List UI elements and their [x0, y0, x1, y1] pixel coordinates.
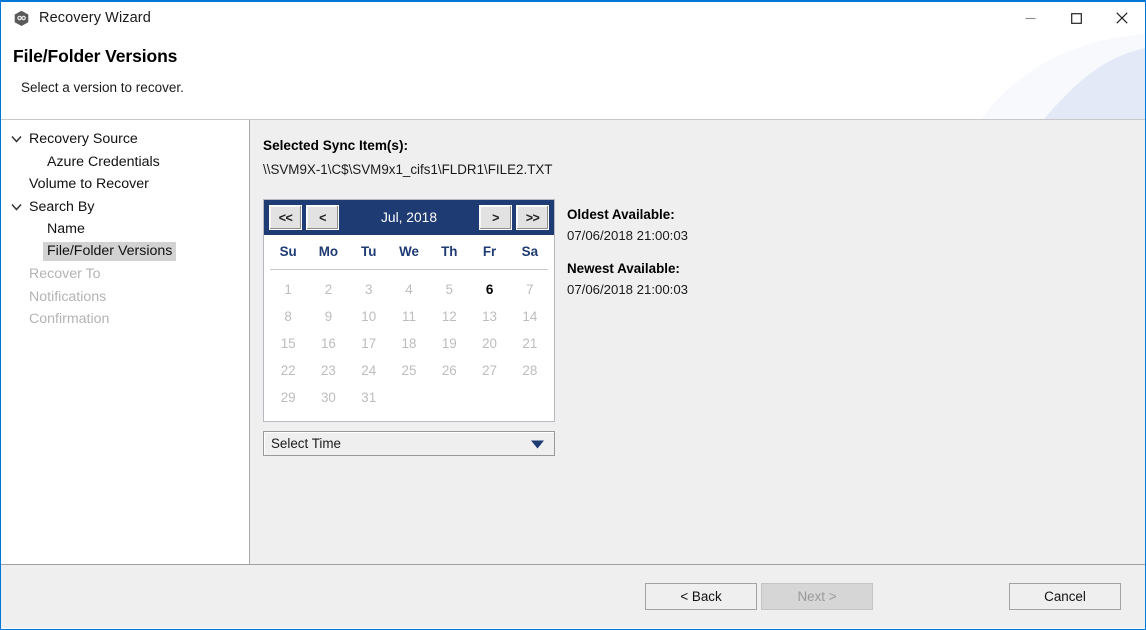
calendar-day: 28	[510, 357, 550, 384]
calendar-day: 7	[510, 276, 550, 303]
oldest-available-label: Oldest Available:	[567, 207, 688, 222]
calendar-weekday: Sa	[510, 241, 550, 265]
sidebar-item-volume-to-recover[interactable]: Volume to Recover	[1, 173, 249, 196]
calendar-weekday: We	[389, 241, 429, 265]
sidebar-item-confirmation: Confirmation	[1, 308, 249, 331]
next-month-button[interactable]: >	[479, 205, 512, 230]
sidebar-item-notifications: Notifications	[1, 286, 249, 309]
calendar-day: 2	[308, 276, 348, 303]
wizard-steps-sidebar: Recovery Source Azure Credentials Volume t…	[1, 120, 250, 564]
window-title: Recovery Wizard	[39, 10, 151, 26]
hexagon-app-icon	[12, 9, 30, 27]
sidebar-item-label: Azure Credentials	[47, 155, 160, 169]
select-time-value: Select Time	[271, 436, 341, 451]
calendar-day: 16	[308, 330, 348, 357]
next-year-button[interactable]: >>	[516, 205, 549, 230]
prev-year-button[interactable]: <<	[269, 205, 302, 230]
page-subtitle: Select a version to recover.	[21, 80, 1145, 95]
chevron-down-icon	[11, 135, 25, 143]
sidebar-item-label: Notifications	[29, 290, 106, 304]
select-time-dropdown[interactable]: Select Time	[263, 431, 555, 456]
version-picker-row: << < Jul, 2018 > >> SuMoTuWeThFrSa 12345…	[263, 199, 1145, 456]
calendar-day: 9	[308, 303, 348, 330]
calendar-day: 5	[429, 276, 469, 303]
calendar-header: << < Jul, 2018 > >>	[264, 200, 554, 235]
calendar-day: 1	[268, 276, 308, 303]
close-icon[interactable]	[1099, 2, 1145, 34]
page-header: File/Folder Versions Select a version to…	[1, 34, 1145, 120]
sidebar-item-label: Recover To	[29, 267, 101, 281]
calendar-day: 31	[349, 384, 389, 411]
calendar-day: 15	[268, 330, 308, 357]
calendar-day: 30	[308, 384, 348, 411]
next-button[interactable]: Next >	[761, 583, 873, 610]
calendar-day: 11	[389, 303, 429, 330]
sidebar-item-label: File/Folder Versions	[43, 242, 176, 261]
calendar-weekday: Th	[429, 241, 469, 265]
calendar-day: 17	[349, 330, 389, 357]
calendar-day: 24	[349, 357, 389, 384]
chevron-down-icon	[11, 203, 25, 211]
selected-sync-items-label: Selected Sync Item(s):	[263, 138, 1145, 153]
window-controls	[1007, 2, 1145, 34]
calendar-day: 3	[349, 276, 389, 303]
calendar-weekday: Fr	[469, 241, 509, 265]
calendar-day[interactable]: 6	[469, 276, 509, 303]
sidebar-item-label: Search By	[29, 200, 94, 214]
calendar-day: 25	[389, 357, 429, 384]
calendar-day: 27	[469, 357, 509, 384]
calendar-day-grid: 1234567891011121314151617181920212223242…	[264, 270, 554, 421]
newest-available-label: Newest Available:	[567, 261, 688, 276]
recovery-wizard-window: Recovery Wizard File/Folder Versions Sel…	[0, 0, 1146, 630]
sidebar-item-file-folder-versions[interactable]: File/Folder Versions	[1, 241, 249, 264]
prev-month-button[interactable]: <	[306, 205, 339, 230]
calendar-month-title: Jul, 2018	[339, 210, 479, 225]
chevron-down-icon	[531, 436, 544, 451]
sidebar-item-label: Confirmation	[29, 312, 109, 326]
calendar-day: 4	[389, 276, 429, 303]
date-calendar: << < Jul, 2018 > >> SuMoTuWeThFrSa 12345…	[263, 199, 555, 422]
page-title: File/Folder Versions	[13, 46, 1145, 67]
calendar-day: 23	[308, 357, 348, 384]
sidebar-item-label: Volume to Recover	[29, 177, 149, 191]
calendar-day: 8	[268, 303, 308, 330]
calendar-day: 10	[349, 303, 389, 330]
calendar-day: 26	[429, 357, 469, 384]
minimize-icon[interactable]	[1007, 2, 1053, 34]
title-bar: Recovery Wizard	[1, 2, 1145, 34]
calendar-day: 18	[389, 330, 429, 357]
back-button[interactable]: < Back	[645, 583, 757, 610]
oldest-available-value: 07/06/2018 21:00:03	[567, 228, 688, 243]
wizard-footer: < Back Next > Cancel	[1, 565, 1145, 628]
calendar-weekday-row: SuMoTuWeThFrSa	[264, 235, 554, 269]
sidebar-item-search-by[interactable]: Search By	[1, 196, 249, 219]
maximize-icon[interactable]	[1053, 2, 1099, 34]
calendar-weekday: Mo	[308, 241, 348, 265]
body-area: Recovery Source Azure Credentials Volume t…	[1, 120, 1145, 565]
newest-available-value: 07/06/2018 21:00:03	[567, 282, 688, 297]
sidebar-item-recovery-source[interactable]: Recovery Source	[1, 128, 249, 151]
sidebar-item-recover-to: Recover To	[1, 263, 249, 286]
sidebar-item-azure-credentials[interactable]: Azure Credentials	[1, 151, 249, 174]
calendar-day: 29	[268, 384, 308, 411]
calendar-day: 19	[429, 330, 469, 357]
calendar-day: 22	[268, 357, 308, 384]
calendar-day: 20	[469, 330, 509, 357]
cancel-button[interactable]: Cancel	[1009, 583, 1121, 610]
calendar-day: 12	[429, 303, 469, 330]
selected-sync-items-path: \\SVM9X-1\C$\SVM9x1_cifs1\FLDR1\FILE2.TX…	[263, 162, 1145, 177]
sidebar-item-label: Name	[47, 222, 85, 236]
main-content: Selected Sync Item(s): \\SVM9X-1\C$\SVM9…	[250, 120, 1145, 564]
sidebar-item-name[interactable]: Name	[1, 218, 249, 241]
sidebar-item-label: Recovery Source	[29, 132, 138, 146]
calendar-day: 21	[510, 330, 550, 357]
calendar-weekday: Tu	[349, 241, 389, 265]
calendar-day: 13	[469, 303, 509, 330]
calendar-weekday: Su	[268, 241, 308, 265]
calendar-day: 14	[510, 303, 550, 330]
availability-info: Oldest Available: 07/06/2018 21:00:03 Ne…	[567, 199, 688, 297]
